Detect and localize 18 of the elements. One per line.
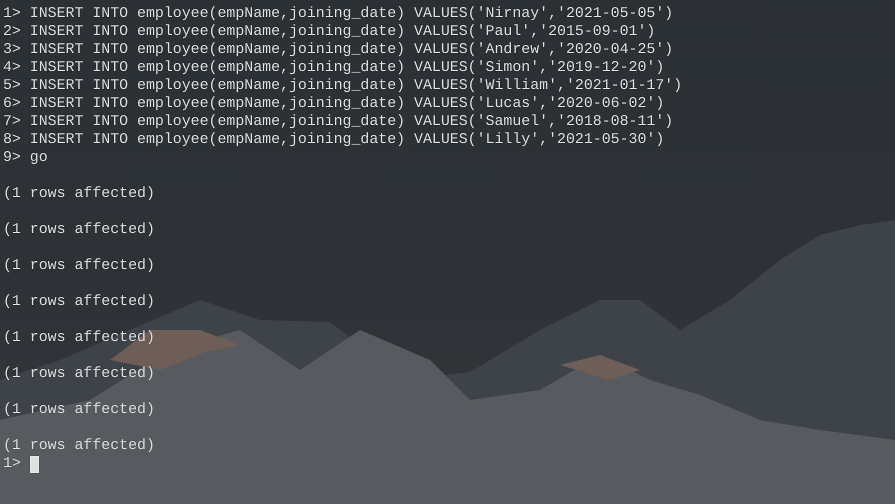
sql-input-line: 8> INSERT INTO employee(empName,joining_date) VALUES('Lilly','2021-05-30') bbox=[3, 131, 664, 149]
result-message: (1 rows affected) bbox=[3, 221, 155, 239]
result-message: (1 rows affected) bbox=[3, 365, 155, 383]
sql-input-line: 7> INSERT INTO employee(empName,joining_date) VALUES('Samuel','2018-08-11') bbox=[3, 113, 674, 131]
result-message: (1 rows affected) bbox=[3, 257, 155, 275]
result-message: (1 rows affected) bbox=[3, 401, 155, 419]
sql-input-line: 9> go bbox=[3, 149, 48, 167]
sql-input-line: 2> INSERT INTO employee(empName,joining_date) VALUES('Paul','2015-09-01') bbox=[3, 23, 656, 41]
prompt: 1> bbox=[3, 455, 21, 473]
sql-input-line: 3> INSERT INTO employee(empName,joining_date) VALUES('Andrew','2020-04-25') bbox=[3, 41, 674, 59]
result-message: (1 rows affected) bbox=[3, 185, 155, 203]
result-message: (1 rows affected) bbox=[3, 437, 155, 455]
sql-input-line: 6> INSERT INTO employee(empName,joining_date) VALUES('Lucas','2020-06-02') bbox=[3, 95, 664, 113]
result-message: (1 rows affected) bbox=[3, 293, 155, 311]
sql-input-line: 4> INSERT INTO employee(empName,joining_date) VALUES('Simon','2019-12-20') bbox=[3, 59, 664, 77]
result-message: (1 rows affected) bbox=[3, 329, 155, 347]
sql-input-line: 1> INSERT INTO employee(empName,joining_date) VALUES('Nirnay','2021-05-05') bbox=[3, 5, 674, 23]
sql-input-line: 5> INSERT INTO employee(empName,joining_date) VALUES('William','2021-01-17') bbox=[3, 77, 682, 95]
